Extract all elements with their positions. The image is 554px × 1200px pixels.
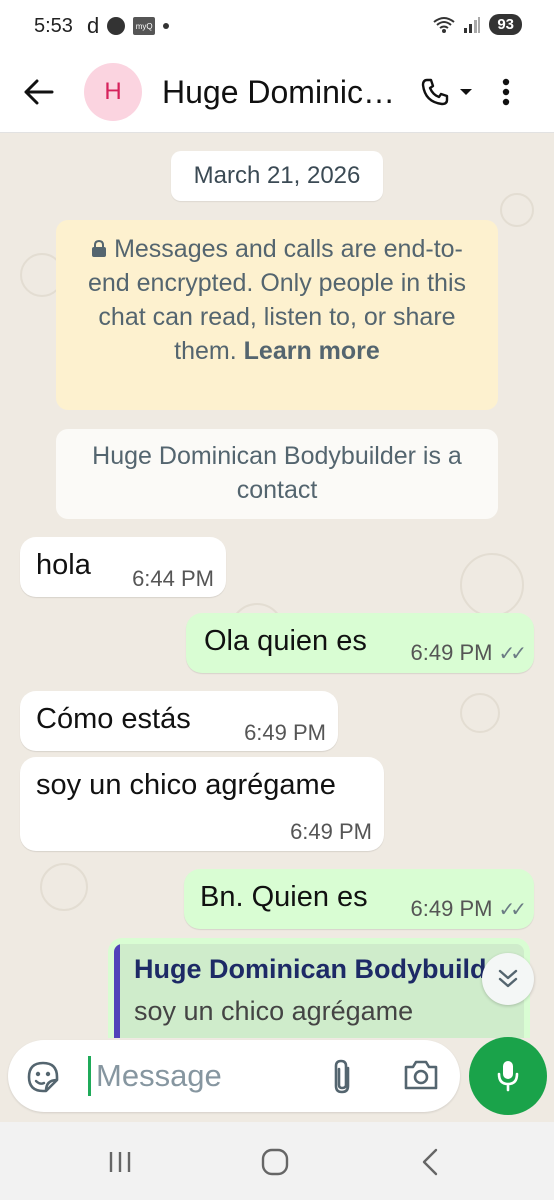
chevron-down-icon xyxy=(460,89,472,95)
message-text: Bn. Quien es xyxy=(200,881,368,913)
reply-quote-bubble[interactable]: Huge Dominican Bodybuilder soy un chico … xyxy=(108,938,530,1038)
quoted-message[interactable]: Huge Dominican Bodybuilder soy un chico … xyxy=(114,944,524,1038)
recents-icon xyxy=(109,1152,131,1172)
signal-icon xyxy=(464,16,481,33)
encryption-notice[interactable]: Messages and calls are end-to-end encryp… xyxy=(56,220,498,410)
message-time: 6:44 PM xyxy=(132,566,214,591)
paperclip-icon xyxy=(334,1059,350,1094)
quote-text: soy un chico agrégame xyxy=(134,996,414,1026)
message-input[interactable] xyxy=(96,1054,316,1098)
sticker-button[interactable] xyxy=(24,1058,62,1096)
message-time: 6:49 PM xyxy=(410,896,493,921)
wallpaper-doodle xyxy=(460,553,524,617)
home-icon xyxy=(261,1148,289,1176)
attach-button[interactable] xyxy=(328,1058,364,1096)
double-check-icon: ✓✓ xyxy=(498,899,526,921)
message-text: Ola quien es xyxy=(204,625,367,657)
dot-icon xyxy=(163,23,170,29)
message-time: 6:49 PM xyxy=(244,720,326,745)
voice-message-button[interactable] xyxy=(469,1037,547,1115)
camera-icon xyxy=(404,1060,438,1090)
chat-header: H Huge Dominic… xyxy=(0,52,554,133)
chat-title[interactable]: Huge Dominic… xyxy=(162,74,404,111)
camera-button[interactable] xyxy=(402,1058,442,1096)
message-bubble[interactable]: Cómo estás 6:49 PM xyxy=(20,691,338,751)
battery-indicator: 93 xyxy=(489,14,522,35)
message-bubble[interactable]: Bn. Quien es 6:49 PM ✓✓ xyxy=(184,869,534,929)
double-check-icon: ✓✓ xyxy=(498,643,526,665)
back-nav-icon xyxy=(422,1148,438,1176)
learn-more-link[interactable]: Learn more xyxy=(244,337,380,365)
voice-call-button[interactable] xyxy=(416,73,454,111)
scroll-down-icon xyxy=(498,969,518,988)
lock-icon xyxy=(92,239,107,257)
wallpaper-doodle xyxy=(460,693,500,733)
message-text: Cómo estás xyxy=(36,703,191,735)
quote-author: Huge Dominican Bodybuilder xyxy=(134,954,513,984)
wifi-icon xyxy=(433,16,455,33)
status-right: 93 xyxy=(433,14,522,35)
message-text: hola xyxy=(36,549,91,581)
text-cursor xyxy=(88,1056,91,1096)
status-bar: 5:53 d myQ 93 xyxy=(0,0,554,52)
contact-notice: Huge Dominican Bodybuilder is a contact xyxy=(56,429,498,519)
myq-app-icon: myQ xyxy=(133,17,156,35)
message-bubble[interactable]: hola 6:44 PM xyxy=(20,537,226,597)
recents-button[interactable] xyxy=(100,1144,140,1180)
back-nav-button[interactable] xyxy=(410,1144,450,1180)
sticker-icon xyxy=(27,1061,59,1093)
message-composer xyxy=(8,1040,460,1112)
message-text: soy un chico agrégame xyxy=(36,769,336,801)
back-button[interactable] xyxy=(20,73,58,111)
back-arrow-icon xyxy=(24,79,54,105)
date-divider: March 21, 2026 xyxy=(171,151,383,201)
avatar[interactable]: H xyxy=(84,63,142,121)
mic-icon xyxy=(497,1061,519,1092)
message-bubble[interactable]: soy un chico agrégame 6:49 PM xyxy=(20,757,384,851)
quote-accent-bar xyxy=(114,944,120,1038)
message-bubble[interactable]: Ola quien es 6:49 PM ✓✓ xyxy=(186,613,534,673)
scroll-to-bottom-button[interactable] xyxy=(482,953,534,1005)
status-notifications: d myQ xyxy=(86,13,170,39)
call-options-dropdown[interactable] xyxy=(454,73,478,111)
message-time: 6:49 PM xyxy=(290,819,372,844)
chat-area[interactable]: March 21, 2026 Messages and calls are en… xyxy=(0,133,554,1038)
wallpaper-doodle xyxy=(40,863,88,911)
status-time: 5:53 xyxy=(34,14,73,37)
home-button[interactable] xyxy=(255,1144,295,1180)
wallpaper-doodle xyxy=(500,193,534,227)
system-navigation-bar xyxy=(0,1122,554,1200)
more-vert-icon xyxy=(502,78,510,106)
phone-icon xyxy=(421,78,449,106)
message-time: 6:49 PM xyxy=(410,640,493,665)
carrier-letter: d xyxy=(86,13,100,38)
account-icon xyxy=(107,17,126,35)
more-options-button[interactable] xyxy=(488,73,524,111)
